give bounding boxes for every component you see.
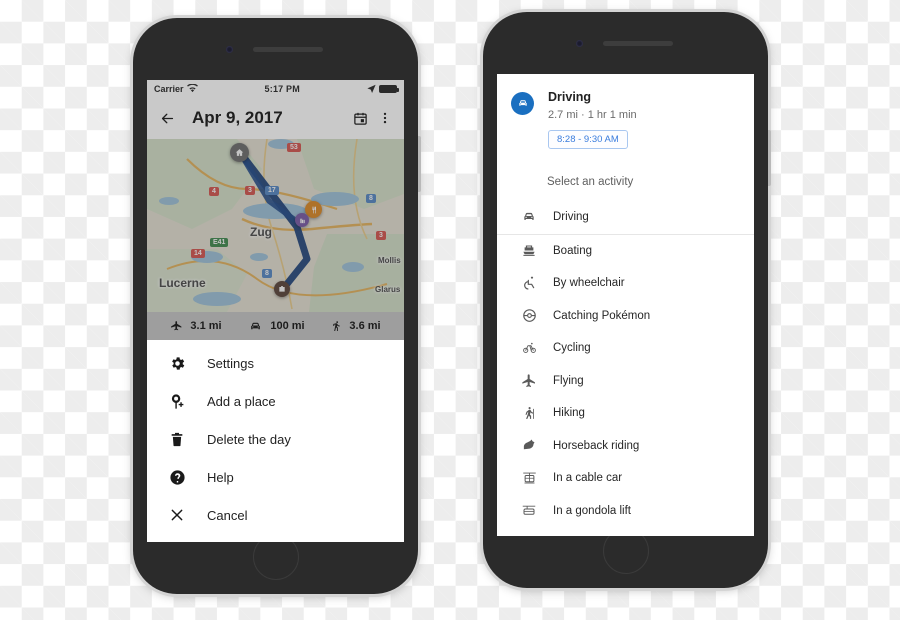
menu-item-delete-the-day[interactable]: Delete the day: [147, 420, 404, 458]
status-bar-left: Carrier: [154, 84, 198, 94]
driving-circle-icon: [511, 92, 534, 115]
time-range-chip[interactable]: 8:28 - 9:30 AM: [548, 130, 628, 149]
stat-flight: 3.1 mi: [170, 320, 222, 333]
menu-item-settings[interactable]: Settings: [147, 344, 404, 382]
battery-full-icon: [379, 84, 399, 93]
activity-header: Driving 2.7 mi · 1 hr 1 min 8:28 - 9:30 …: [497, 74, 754, 149]
gear-icon: [169, 355, 199, 372]
airplane-icon: [511, 373, 547, 389]
right-phone-screen: Driving 2.7 mi · 1 hr 1 min 8:28 - 9:30 …: [497, 74, 754, 536]
wheelchair-icon: [511, 275, 547, 291]
boat-icon: [511, 243, 547, 258]
right-phone-bezel: [483, 12, 768, 74]
activity-item-driving[interactable]: Driving: [497, 201, 754, 235]
activity-item-hiking[interactable]: Hiking: [497, 397, 754, 430]
activity-item-horseback-riding[interactable]: Horseback riding: [497, 430, 754, 463]
left-phone-screen: Carrier 5:17 PM Apr 9, 2017 Zug Lucerne …: [147, 80, 404, 542]
trash-icon: [169, 431, 199, 448]
front-camera-icon: [576, 40, 583, 47]
activity-item-in-a-gondola-lift[interactable]: In a gondola lift: [497, 495, 754, 528]
stat-value: 3.1 mi: [190, 320, 222, 332]
power-button[interactable]: [768, 130, 771, 186]
activity-header-text: Driving 2.7 mi · 1 hr 1 min 8:28 - 9:30 …: [548, 90, 637, 149]
status-bar-time: 5:17 PM: [264, 83, 300, 94]
activity-item-kayaking[interactable]: Kayaking: [497, 527, 754, 536]
app-bar: Apr 9, 2017: [147, 97, 404, 139]
more-vertical-icon[interactable]: [378, 111, 392, 125]
cable-car-icon: [511, 470, 547, 486]
horse-icon: [511, 438, 547, 453]
hiking-icon: [511, 405, 547, 421]
activity-item-catching-pokemon[interactable]: Catching Pokémon: [497, 300, 754, 333]
activity-subtitle: 2.7 mi · 1 hr 1 min: [548, 109, 637, 121]
menu-item-label: Cancel: [207, 507, 248, 523]
car-icon: [511, 210, 547, 224]
menu-item-cancel[interactable]: Cancel: [147, 496, 404, 534]
menu-item-label: Help: [207, 469, 234, 485]
menu-item-label: Settings: [207, 355, 254, 371]
status-bar: Carrier 5:17 PM: [147, 80, 404, 97]
activity-item-in-a-cable-car[interactable]: In a cable car: [497, 462, 754, 495]
stat-value: 100 mi: [270, 320, 305, 332]
location-arrow-icon: [367, 84, 376, 93]
earpiece-speaker: [253, 47, 323, 52]
activity-item-label: In a gondola lift: [553, 504, 632, 517]
pokeball-icon: [511, 308, 547, 323]
power-button[interactable]: [418, 136, 421, 192]
menu-item-add-a-place[interactable]: Add a place: [147, 382, 404, 420]
activity-item-by-wheelchair[interactable]: By wheelchair: [497, 267, 754, 300]
earpiece-speaker: [603, 41, 673, 46]
activity-item-label: Hiking: [553, 407, 585, 420]
activity-list: Driving Boating By wheelchair Catching P…: [497, 201, 754, 536]
activity-item-label: Driving: [553, 211, 589, 224]
activity-item-label: Flying: [553, 374, 584, 387]
carrier-label: Carrier: [154, 83, 184, 94]
stat-value: 3.6 mi: [349, 320, 381, 332]
activity-item-cycling[interactable]: Cycling: [497, 332, 754, 365]
left-phone-bezel: [133, 18, 418, 80]
day-stats-bar: 3.1 mi 100 mi 3.6 mi: [147, 312, 404, 340]
close-icon: [169, 507, 199, 523]
car-icon: [248, 320, 263, 333]
walking-icon: [331, 319, 342, 333]
bottom-sheet-menu: Settings Add a place Delete the day Help: [147, 340, 404, 534]
map-scrim: [147, 139, 404, 312]
add-place-icon: [169, 393, 199, 410]
stat-driving: 100 mi: [248, 320, 305, 333]
activity-item-label: By wheelchair: [553, 277, 625, 290]
page-title: Apr 9, 2017: [192, 108, 283, 127]
menu-item-label: Delete the day: [207, 431, 291, 447]
front-camera-icon: [226, 46, 233, 53]
back-arrow-icon[interactable]: [159, 110, 176, 127]
status-bar-right: [367, 84, 399, 93]
wifi-icon: [186, 84, 198, 93]
activity-item-boating[interactable]: Boating: [497, 235, 754, 268]
airplane-icon: [170, 320, 183, 333]
activity-item-label: Cycling: [553, 342, 591, 355]
right-phone-frame: Driving 2.7 mi · 1 hr 1 min 8:28 - 9:30 …: [483, 12, 771, 588]
menu-item-help[interactable]: Help: [147, 458, 404, 496]
map-view[interactable]: Zug Lucerne Mollis Glarus 53 4 3 17 8 3 …: [147, 139, 404, 312]
stat-walking: 3.6 mi: [331, 319, 381, 333]
activity-item-label: Catching Pokémon: [553, 309, 651, 322]
gondola-icon: [511, 503, 547, 518]
bicycle-icon: [511, 341, 547, 355]
left-phone-frame: Carrier 5:17 PM Apr 9, 2017 Zug Lucerne …: [133, 18, 421, 594]
activity-item-label: Boating: [553, 244, 593, 257]
activity-item-flying[interactable]: Flying: [497, 365, 754, 398]
calendar-icon[interactable]: [353, 111, 368, 126]
activity-item-label: Horseback riding: [553, 439, 640, 452]
menu-item-label: Add a place: [207, 393, 276, 409]
activity-title: Driving: [548, 90, 592, 104]
select-activity-label: Select an activity: [547, 176, 634, 188]
activity-item-label: In a cable car: [553, 472, 623, 485]
help-icon: [169, 469, 199, 486]
